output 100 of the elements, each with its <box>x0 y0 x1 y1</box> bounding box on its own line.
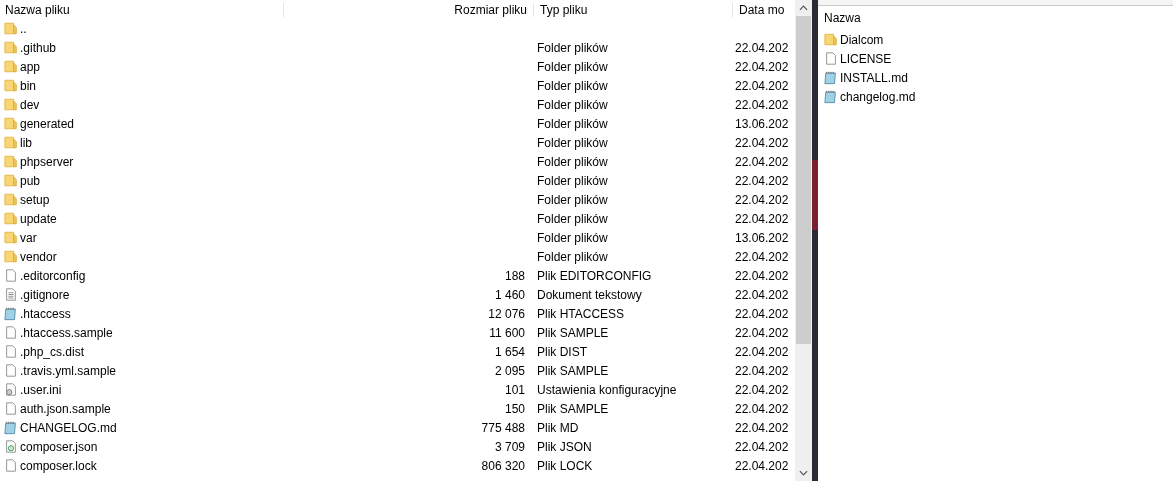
file-type: Folder plików <box>537 135 608 150</box>
modified-date: 22.04.202 <box>735 97 789 112</box>
file-type: Folder plików <box>537 40 608 55</box>
file-type: Folder plików <box>537 192 608 207</box>
file-name[interactable]: phpserver <box>20 154 74 169</box>
modified-date: 22.04.202 <box>735 268 789 283</box>
file-name[interactable]: update <box>20 211 57 226</box>
modified-date: 22.04.202 <box>735 249 789 264</box>
modified-date: 22.04.202 <box>735 135 789 150</box>
file-name[interactable]: CHANGELOG.md <box>20 420 117 435</box>
folder-icon <box>4 230 18 245</box>
modified-date: 22.04.202 <box>735 344 789 359</box>
modified-date: 22.04.202 <box>735 363 789 378</box>
file-type: Folder plików <box>537 116 608 131</box>
modified-date: 22.04.202 <box>735 173 789 188</box>
file-name[interactable]: composer.json <box>20 439 98 454</box>
file-icon <box>4 363 18 378</box>
file-name[interactable]: .github <box>20 40 57 55</box>
file-size: 1 654 <box>494 344 525 359</box>
file-type: Folder plików <box>537 154 608 169</box>
modified-date: 22.04.202 <box>735 458 789 473</box>
folder-icon <box>4 154 18 169</box>
modified-date: 22.04.202 <box>735 420 789 435</box>
column-header[interactable]: Data mo <box>732 2 785 17</box>
column-header[interactable]: Nazwa pliku <box>0 2 283 17</box>
modified-date: 22.04.202 <box>735 325 789 340</box>
folder-icon <box>4 249 18 264</box>
file-name[interactable]: changelog.md <box>840 89 916 104</box>
file-type: Folder plików <box>537 78 608 93</box>
notepad-icon <box>4 420 18 435</box>
file-name[interactable]: .htaccess <box>20 306 71 321</box>
file-size: 775 488 <box>481 420 525 435</box>
file-name[interactable]: .editorconfig <box>20 268 86 283</box>
file-name[interactable]: generated <box>20 116 75 131</box>
folder-icon <box>4 135 18 150</box>
file-name[interactable]: lib <box>20 135 32 150</box>
file-type: Folder plików <box>537 59 608 74</box>
notepad-icon <box>824 70 838 85</box>
file-size: 2 095 <box>494 363 525 378</box>
file-name[interactable]: bin <box>20 78 36 93</box>
file-name[interactable]: .htaccess.sample <box>20 325 113 340</box>
file-name[interactable]: INSTALL.md <box>840 70 908 85</box>
folder-icon <box>4 40 18 55</box>
file-type: Folder plików <box>537 230 608 245</box>
file-type: Plik LOCK <box>537 458 593 473</box>
file-name[interactable]: .travis.yml.sample <box>20 363 117 378</box>
file-name[interactable]: app <box>20 59 41 74</box>
file-size: 3 709 <box>494 439 525 454</box>
file-size: 1 460 <box>494 287 525 302</box>
file-icon <box>4 268 18 283</box>
file-icon <box>4 344 18 359</box>
file-name[interactable]: .php_cs.dist <box>20 344 85 359</box>
column-header[interactable]: Nazwa <box>824 11 861 25</box>
modified-date: 22.04.202 <box>735 154 789 169</box>
modified-date: 22.04.202 <box>735 382 789 397</box>
file-icon <box>4 325 18 340</box>
folder-icon <box>4 78 18 93</box>
modified-date: 13.06.202 <box>735 116 789 131</box>
file-name[interactable]: pub <box>20 173 41 188</box>
file-size: 806 320 <box>481 458 525 473</box>
file-name[interactable]: dev <box>20 97 40 112</box>
notepad-icon <box>824 89 838 104</box>
modified-date: 22.04.202 <box>735 40 789 55</box>
file-name[interactable]: vendor <box>20 249 57 264</box>
folder-icon <box>4 97 18 112</box>
file-icon <box>824 51 838 66</box>
file-type: Plik JSON <box>537 439 592 454</box>
file-name[interactable]: Dialcom <box>840 32 884 47</box>
file-size: 188 <box>504 268 525 283</box>
folder-icon <box>4 192 18 207</box>
file-name[interactable]: .user.ini <box>20 382 62 397</box>
file-name[interactable]: var <box>20 230 37 245</box>
scroll-down-icon[interactable] <box>799 469 808 477</box>
file-name[interactable]: .gitignore <box>20 287 70 302</box>
file-icon <box>4 458 18 473</box>
file-name[interactable]: LICENSE <box>840 51 892 66</box>
json-file-icon <box>4 439 18 454</box>
file-name[interactable]: .. <box>20 21 27 36</box>
scrollbar[interactable] <box>795 0 812 481</box>
scroll-up-icon[interactable] <box>799 4 808 12</box>
file-name[interactable]: auth.json.sample <box>20 401 111 416</box>
modified-date: 22.04.202 <box>735 59 789 74</box>
file-type: Plik HTACCESS <box>537 306 625 321</box>
modified-date: 13.06.202 <box>735 230 789 245</box>
folder-icon <box>824 32 838 47</box>
file-name[interactable]: composer.lock <box>20 458 97 473</box>
file-type: Ustawienia konfiguracyjne <box>537 382 677 397</box>
folder-icon <box>4 211 18 226</box>
modified-date: 22.04.202 <box>735 192 789 207</box>
file-type: Plik EDITORCONFIG <box>537 268 652 283</box>
modified-date: 22.04.202 <box>735 287 789 302</box>
column-header[interactable]: Typ pliku <box>533 2 732 17</box>
scrollbar-thumb[interactable] <box>796 16 811 344</box>
file-type: Plik DIST <box>537 344 587 359</box>
file-type: Folder plików <box>537 173 608 188</box>
column-header[interactable]: Rozmiar pliku <box>283 2 533 17</box>
file-type: Dokument tekstowy <box>537 287 642 302</box>
file-name[interactable]: setup <box>20 192 50 207</box>
file-type: Folder plików <box>537 211 608 226</box>
folder-icon <box>4 21 18 36</box>
